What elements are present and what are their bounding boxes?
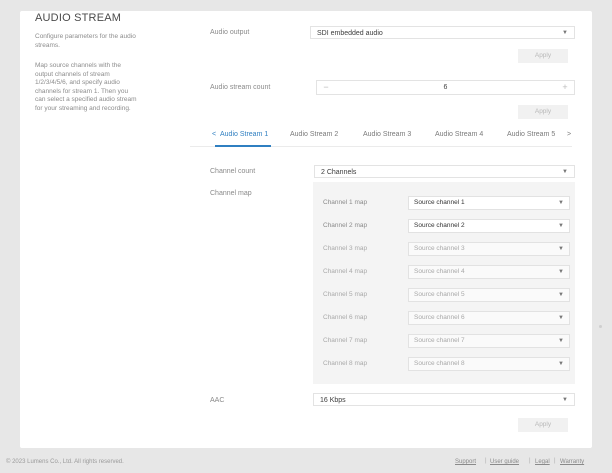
aac-bitrate-select[interactable]: 16 Kbps ▼ [313,393,575,406]
channel-map-row-label: Channel 6 map [323,314,368,321]
footer-link-legal[interactable]: Legal [535,459,550,465]
chevron-down-icon: ▼ [558,269,564,275]
tab-next-arrow[interactable]: > [567,131,571,138]
channel-map-row: Channel 7 map Source channel 7 ▼ [313,330,575,353]
aac-apply-button[interactable]: Apply [518,418,568,432]
channel-count-select[interactable]: 2 Channels ▼ [314,165,575,178]
channel-map-row: Channel 1 map Source channel 1 ▼ [313,192,575,215]
channel-map-row-label: Channel 2 map [323,222,368,229]
channel-map-row: Channel 3 map Source channel 3 ▼ [313,238,575,261]
footer-separator: | [485,458,487,464]
channel-2-map-select[interactable]: Source channel 2 ▼ [408,219,570,233]
audio-output-label: Audio output [210,29,250,36]
audio-output-select[interactable]: SDI embedded audio ▼ [310,26,575,39]
chevron-down-icon: ▼ [562,30,568,36]
chevron-down-icon: ▼ [558,315,564,321]
channel-count-value: 2 Channels [321,169,357,176]
scrollbar-thumb[interactable] [599,325,602,328]
chevron-down-icon: ▼ [562,169,568,175]
channel-8-map-value: Source channel 8 [414,360,465,367]
audio-output-apply-button[interactable]: Apply [518,49,568,63]
channel-map-row: Channel 8 map Source channel 8 ▼ [313,353,575,376]
footer-link-support[interactable]: Support [455,459,476,465]
footer-separator: | [554,458,556,464]
audio-stream-count-stepper[interactable]: − 6 + [316,80,575,95]
channel-5-map-select: Source channel 5 ▼ [408,288,570,302]
channel-1-map-value: Source channel 1 [414,199,465,206]
channel-7-map-select: Source channel 7 ▼ [408,334,570,348]
aac-label: AAC [210,397,225,404]
chevron-down-icon: ▼ [558,246,564,252]
channel-6-map-value: Source channel 6 [414,314,465,321]
channel-3-map-select: Source channel 3 ▼ [408,242,570,256]
channel-map-panel: Channel 1 map Source channel 1 ▼ Channel… [313,182,575,384]
tab-audio-stream-4[interactable]: Audio Stream 4 [435,131,483,138]
chevron-down-icon: ▼ [558,361,564,367]
section-mapping-description: Map source channels with the output chan… [35,62,137,112]
channel-map-row-label: Channel 8 map [323,360,368,367]
channel-map-row-label: Channel 5 map [323,291,368,298]
channel-map-row: Channel 5 map Source channel 5 ▼ [313,284,575,307]
channel-map-row-label: Channel 7 map [323,337,368,344]
aac-bitrate-value: 16 Kbps [320,397,346,404]
active-tab-indicator [215,145,271,147]
audio-output-value: SDI embedded audio [317,30,383,37]
chevron-down-icon: ▼ [562,397,568,403]
channel-6-map-select: Source channel 6 ▼ [408,311,570,325]
footer: © 2023 Lumens Co., Ltd. All rights reser… [0,452,612,473]
audio-stream-count-label: Audio stream count [210,84,271,91]
channel-map-row-label: Channel 1 map [323,199,368,206]
channel-map-row: Channel 4 map Source channel 4 ▼ [313,261,575,284]
channel-1-map-select[interactable]: Source channel 1 ▼ [408,196,570,210]
channel-7-map-value: Source channel 7 [414,337,465,344]
channel-4-map-select: Source channel 4 ▼ [408,265,570,279]
channel-5-map-value: Source channel 5 [414,291,465,298]
footer-copyright: © 2023 Lumens Co., Ltd. All rights reser… [6,459,124,465]
increment-button[interactable]: + [556,81,574,94]
footer-separator: | [529,458,531,464]
channel-3-map-value: Source channel 3 [414,245,465,252]
tab-audio-stream-1[interactable]: Audio Stream 1 [220,131,268,138]
section-title: AUDIO STREAM [35,12,122,24]
footer-link-warranty[interactable]: Warranty [560,459,584,465]
channel-map-label: Channel map [210,190,252,197]
tab-audio-stream-3[interactable]: Audio Stream 3 [363,131,411,138]
channel-count-label: Channel count [210,168,256,175]
channel-map-row-label: Channel 4 map [323,268,368,275]
chevron-down-icon: ▼ [558,292,564,298]
channel-map-row-label: Channel 3 map [323,245,368,252]
decrement-button[interactable]: − [317,81,335,94]
section-description: Configure parameters for the audio strea… [35,33,136,49]
footer-link-user-guide[interactable]: User guide [490,459,519,465]
tab-prev-arrow[interactable]: < [212,131,216,138]
channel-4-map-value: Source channel 4 [414,268,465,275]
audio-stream-tabs: < Audio Stream 1 Audio Stream 2 Audio St… [190,128,572,147]
tab-audio-stream-5[interactable]: Audio Stream 5 [507,131,555,138]
channel-map-row: Channel 2 map Source channel 2 ▼ [313,215,575,238]
channel-8-map-select: Source channel 8 ▼ [408,357,570,371]
audio-stream-count-value: 6 [443,84,448,91]
chevron-down-icon: ▼ [558,223,564,229]
channel-map-row: Channel 6 map Source channel 6 ▼ [313,307,575,330]
channel-2-map-value: Source channel 2 [414,222,465,229]
tab-audio-stream-2[interactable]: Audio Stream 2 [290,131,338,138]
chevron-down-icon: ▼ [558,338,564,344]
audio-stream-count-apply-button[interactable]: Apply [518,105,568,119]
chevron-down-icon: ▼ [558,200,564,206]
